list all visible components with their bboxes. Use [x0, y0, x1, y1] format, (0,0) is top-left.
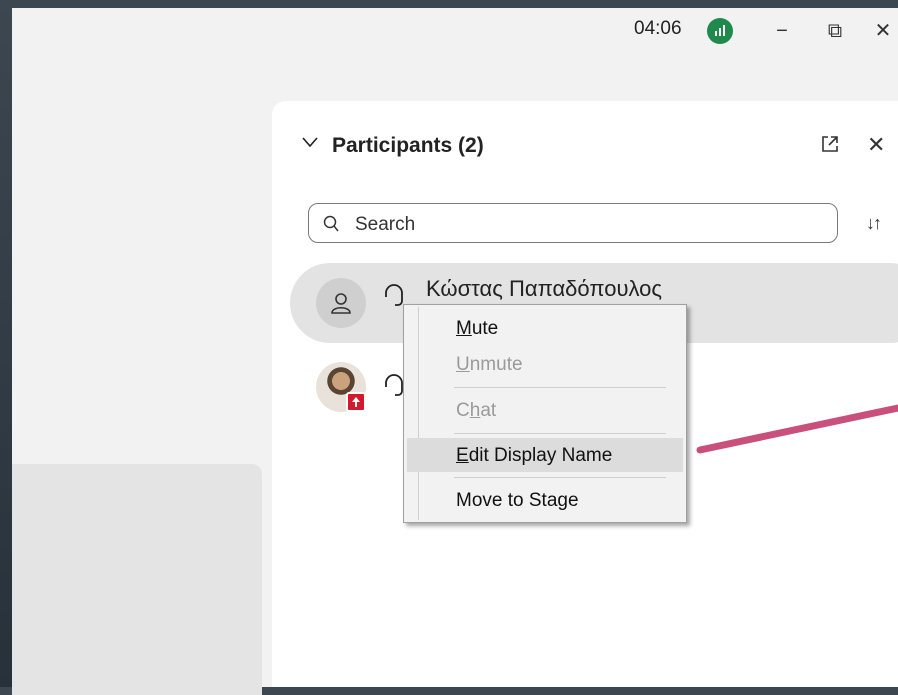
menu-separator	[454, 477, 666, 478]
accel-key: U	[456, 354, 470, 375]
menu-item-unmute[interactable]: Unmute	[407, 347, 683, 381]
accel-key: g	[557, 490, 568, 511]
menu-item-label: nmute	[469, 354, 523, 375]
menu-item-label: Move to Sta	[456, 490, 558, 511]
menu-item-mute[interactable]: Mute	[407, 311, 683, 345]
accel-key: M	[456, 318, 472, 339]
menu-item-label: ute	[471, 318, 499, 339]
context-menu: Mute Unmute Chat Edit Display Name Move …	[403, 304, 687, 523]
accel-key: h	[469, 400, 481, 421]
menu-item-label: at	[480, 400, 497, 421]
menu-separator	[454, 433, 666, 434]
menu-item-edit-display-name[interactable]: Edit Display Name	[407, 438, 683, 472]
menu-item-label: dit Display Name	[468, 445, 613, 466]
menu-item-label: C	[456, 400, 470, 421]
menu-item-move-to-stage[interactable]: Move to Stage	[407, 483, 683, 517]
menu-item-label: e	[567, 490, 579, 511]
menu-separator	[454, 387, 666, 388]
menu-item-chat[interactable]: Chat	[407, 393, 683, 427]
accel-key: E	[456, 445, 469, 466]
